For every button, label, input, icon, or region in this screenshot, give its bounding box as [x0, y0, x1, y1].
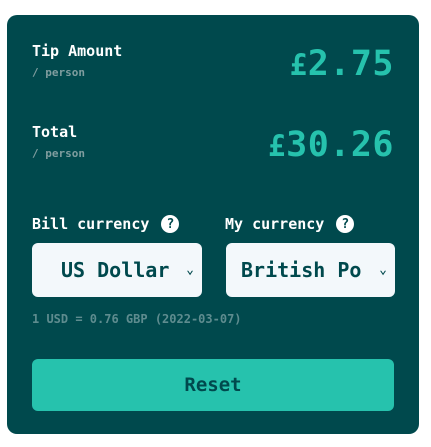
my-currency-help-icon[interactable]: ?: [336, 215, 355, 233]
my-currency-select[interactable]: British Po ⌄: [226, 243, 395, 297]
bill-currency-label: Bill currency: [32, 215, 150, 233]
tip-amount-number: 2.75: [307, 44, 394, 84]
tip-amount-row: Tip Amount / person £2.75: [32, 42, 394, 84]
exchange-rate-text: 1 USD = 0.76 GBP (2022-03-07): [32, 312, 242, 326]
bill-currency-help-icon[interactable]: ?: [161, 215, 180, 233]
bill-currency-select[interactable]: US Dollar ⌄: [32, 243, 202, 297]
my-currency-selected: British Po: [241, 258, 362, 282]
total-row: Total / person £30.26: [32, 123, 394, 165]
chevron-down-icon: ⌄: [379, 262, 387, 278]
bill-currency-label-group: Bill currency ?: [32, 215, 180, 233]
tip-amount-value: £2.75: [290, 44, 394, 84]
chevron-down-icon: ⌄: [186, 262, 194, 278]
reset-button[interactable]: Reset: [32, 359, 394, 411]
bill-currency-selected: US Dollar: [61, 258, 170, 282]
tip-calculator-card: Tip Amount / person £2.75 Total / person…: [7, 15, 419, 434]
total-number: 30.26: [286, 125, 394, 165]
total-currency-symbol: £: [268, 129, 287, 163]
total-value: £30.26: [268, 125, 394, 165]
my-currency-label-group: My currency ?: [225, 215, 355, 233]
tip-currency-symbol: £: [289, 48, 308, 82]
my-currency-label: My currency: [225, 215, 325, 233]
